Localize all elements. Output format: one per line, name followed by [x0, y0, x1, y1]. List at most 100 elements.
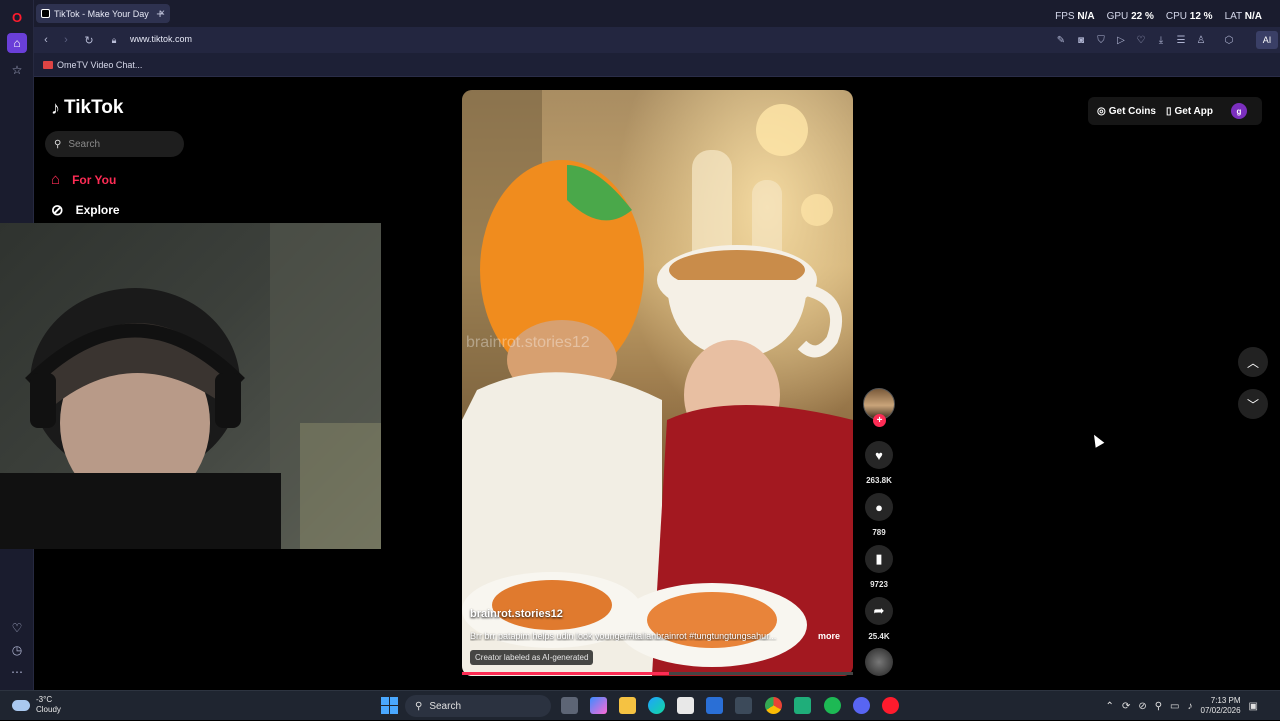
heart-icon: ♥: [875, 447, 883, 463]
play-icon[interactable]: ▷: [1114, 33, 1128, 47]
history-icon[interactable]: ◷: [7, 640, 27, 660]
taskbar-search[interactable]: ⚲ Search: [405, 695, 551, 717]
weather-desc: Cloudy: [36, 705, 61, 714]
camera-icon[interactable]: ◙: [1074, 33, 1088, 47]
edge-icon[interactable]: [648, 697, 665, 714]
url-field[interactable]: www.tiktok.com: [130, 34, 192, 44]
video-watermark: brainrot.stories12: [466, 334, 590, 351]
file-explorer-icon[interactable]: [619, 697, 636, 714]
bookmark-icon: ▮: [875, 551, 883, 566]
previous-video-button[interactable]: ︿: [1238, 347, 1268, 377]
share-count: 25.4K: [868, 632, 890, 641]
spotify-icon[interactable]: [824, 697, 841, 714]
performance-overlay: FPS N/A GPU 22 % CPU 12 % LAT N/A: [1055, 11, 1262, 22]
comment-button[interactable]: ●: [865, 493, 893, 521]
heart-outline-icon[interactable]: ♡: [1134, 33, 1148, 47]
get-app-button[interactable]: ▯ Get App: [1166, 106, 1213, 117]
start-button[interactable]: [381, 697, 398, 714]
network-icon[interactable]: ▭: [1170, 701, 1179, 712]
tab-title: TikTok - Make Your Day: [54, 8, 149, 19]
next-video-button[interactable]: ﹀: [1238, 389, 1268, 419]
caption-more-button[interactable]: more: [818, 631, 840, 641]
clock-time: 7:13 PM: [1210, 696, 1241, 705]
more-icon[interactable]: ⋯: [7, 662, 27, 682]
weather-widget[interactable]: -3°C Cloudy: [12, 695, 61, 715]
chevron-up-icon: ︿: [1246, 355, 1259, 370]
heart-icon[interactable]: ♡: [7, 618, 27, 638]
top-right-actions: ◎ Get Coins ▯ Get App g: [1088, 97, 1262, 125]
mail-icon[interactable]: [706, 697, 723, 714]
nav-label: Explore: [75, 203, 120, 217]
ai-button[interactable]: AI: [1256, 31, 1278, 49]
back-icon[interactable]: ‹: [38, 32, 54, 48]
brand-name: TikTok: [64, 97, 124, 118]
discord-icon[interactable]: [853, 697, 870, 714]
comment-count: 789: [872, 528, 886, 537]
weather-temp: -3°C: [36, 695, 53, 704]
video-author[interactable]: brainrot.stories12: [470, 608, 563, 620]
taskbar-search-label: Search: [429, 700, 462, 712]
tab-bar: TikTok - Make Your Day × + FPS N/A GPU 2…: [34, 0, 1280, 27]
perf-fps: FPS N/A: [1055, 11, 1095, 22]
star-icon[interactable]: ☆: [7, 60, 27, 80]
save-button[interactable]: ▮: [865, 545, 893, 573]
video-progress-bar[interactable]: [462, 672, 853, 675]
search-icon: ⚲: [415, 700, 423, 712]
opera-icon[interactable]: [882, 697, 899, 714]
lock-icon: 🔒︎: [111, 34, 117, 45]
tiktok-logo[interactable]: ♪ TikTok: [51, 97, 123, 119]
shield-icon[interactable]: ⛉: [1094, 33, 1108, 47]
profile-icon[interactable]: ♙: [1194, 33, 1208, 47]
hidden-icon[interactable]: ⊘: [1138, 701, 1146, 712]
compass-icon: ⊘: [51, 202, 64, 219]
follow-button[interactable]: +: [873, 414, 886, 427]
coin-icon: ◎: [1097, 105, 1106, 117]
notification-icon[interactable]: ▣: [1249, 701, 1258, 712]
new-tab-button[interactable]: +: [152, 5, 168, 21]
windows-taskbar: -3°C Cloudy ⚲ Search ⌃ ⟳ ⊘ ⚲ ▭ ♪ 7:13 PM…: [0, 690, 1280, 720]
tab-tiktok[interactable]: TikTok - Make Your Day ×: [36, 4, 170, 23]
terminal-icon[interactable]: [794, 697, 811, 714]
music-disc[interactable]: [865, 648, 893, 676]
nav-label: For You: [72, 172, 117, 187]
store-icon[interactable]: [677, 697, 694, 714]
chrome-icon[interactable]: [765, 697, 782, 714]
ai-generated-label: Creator labeled as AI-generated: [470, 650, 594, 665]
get-app-label: Get App: [1174, 105, 1213, 117]
app-icon[interactable]: [735, 697, 752, 714]
mouse-cursor: [1089, 432, 1105, 448]
webcam-overlay: [0, 223, 381, 549]
search-input[interactable]: ⚲ Search: [45, 131, 184, 157]
home-icon[interactable]: ⌂: [7, 33, 27, 53]
edit-icon[interactable]: ✎: [1054, 33, 1068, 47]
video-progress-fill: [462, 672, 670, 675]
perf-cpu: CPU 12 %: [1165, 11, 1213, 22]
clock-date: 07/02/2026: [1200, 706, 1241, 715]
nav-for-you[interactable]: ⌂ For You: [51, 171, 116, 188]
share-icon: ➦: [873, 603, 885, 618]
video-player[interactable]: [462, 90, 853, 676]
search-icon: ⚲: [54, 138, 62, 150]
nav-explore[interactable]: ⊘ Explore: [51, 201, 120, 219]
get-coins-button[interactable]: ◎ Get Coins: [1097, 106, 1156, 117]
forward-icon[interactable]: ›: [58, 32, 74, 48]
volume-icon[interactable]: ♪: [1188, 701, 1193, 712]
clock[interactable]: 7:13 PM 07/02/2026: [1201, 696, 1241, 716]
webcam-person-image: [0, 223, 381, 549]
bookmark-ometv[interactable]: OmeTV Video Chat...: [43, 60, 142, 70]
ometv-favicon-icon: [43, 61, 53, 69]
download-icon[interactable]: ⤓: [1154, 33, 1168, 47]
opera-logo-icon[interactable]: O: [7, 7, 27, 27]
menu-icon[interactable]: ☰: [1174, 33, 1188, 47]
share-button[interactable]: ➦: [865, 597, 893, 625]
microphone-icon[interactable]: ⚲: [1155, 701, 1162, 712]
user-avatar[interactable]: g: [1231, 103, 1247, 119]
chevron-up-icon[interactable]: ⌃: [1106, 701, 1114, 712]
copilot-icon[interactable]: [590, 697, 607, 714]
sync-icon[interactable]: ⟳: [1122, 701, 1130, 712]
task-view-icon[interactable]: [561, 697, 578, 714]
like-button[interactable]: ♥: [865, 441, 893, 469]
chevron-down-icon: ﹀: [1246, 397, 1259, 412]
reload-icon[interactable]: ↻: [81, 32, 97, 48]
extensions-icon[interactable]: ⬡: [1222, 33, 1236, 47]
